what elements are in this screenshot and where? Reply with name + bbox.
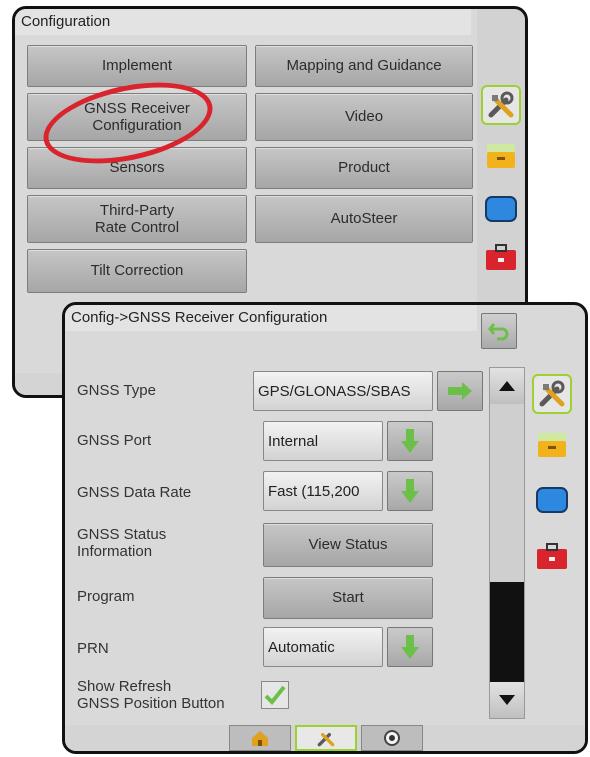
gnss-data-rate-label: GNSS Data Rate xyxy=(77,484,192,501)
camera-icon[interactable] xyxy=(361,725,423,751)
autosteer-button[interactable]: AutoSteer xyxy=(255,195,473,243)
program-label: Program xyxy=(77,588,135,605)
gnss-status-label: GNSS Status Information xyxy=(77,526,167,560)
show-refresh-checkbox[interactable] xyxy=(261,681,289,709)
tilt-correction-button[interactable]: Tilt Correction xyxy=(27,249,247,293)
toolkit-icon[interactable] xyxy=(532,536,572,576)
triangle-up-icon xyxy=(499,381,515,391)
prn-field[interactable]: Automatic xyxy=(263,627,383,667)
gnss-port-label: GNSS Port xyxy=(77,432,152,449)
home-icon[interactable] xyxy=(229,725,291,751)
front-sidebar xyxy=(526,368,584,598)
arrow-right-icon xyxy=(448,382,472,400)
toolkit-icon[interactable] xyxy=(481,237,521,277)
implement-button[interactable]: Implement xyxy=(27,45,247,87)
scrollbar[interactable] xyxy=(489,367,525,719)
back-button[interactable] xyxy=(481,313,517,349)
tray-icon[interactable] xyxy=(481,135,521,175)
tools-icon[interactable] xyxy=(532,374,572,414)
video-button[interactable]: Video xyxy=(255,93,473,141)
bottom-tab-bar xyxy=(65,725,585,751)
prn-label: PRN xyxy=(77,640,109,657)
arrow-down-icon xyxy=(401,479,419,503)
tools-icon[interactable] xyxy=(481,85,521,125)
scroll-down-button[interactable] xyxy=(490,682,524,718)
back-arrow-icon xyxy=(488,323,509,341)
tray-icon[interactable] xyxy=(532,424,572,464)
scroll-thumb[interactable] xyxy=(490,582,524,682)
breadcrumb: Config->GNSS Receiver Configuration xyxy=(65,305,477,331)
screen-icon[interactable] xyxy=(532,480,572,520)
gnss-data-rate-dropdown[interactable] xyxy=(387,471,433,511)
gnss-config-panel: Config->GNSS Receiver Configuration GNSS… xyxy=(62,302,588,754)
screen-icon[interactable] xyxy=(481,189,521,229)
arrow-down-icon xyxy=(401,429,419,453)
triangle-down-icon xyxy=(499,695,515,705)
tools-icon[interactable] xyxy=(295,725,357,751)
gnss-type-next-button[interactable] xyxy=(437,371,483,411)
product-button[interactable]: Product xyxy=(255,147,473,189)
arrow-down-icon xyxy=(401,635,419,659)
third-party-rate-button[interactable]: Third-Party Rate Control xyxy=(27,195,247,243)
gnss-type-label: GNSS Type xyxy=(77,382,156,399)
panel-title: Configuration xyxy=(15,9,471,35)
gnss-data-rate-field[interactable]: Fast (115,200 xyxy=(263,471,383,511)
show-refresh-label: Show Refresh GNSS Position Button xyxy=(77,678,225,712)
view-status-button[interactable]: View Status xyxy=(263,523,433,567)
scroll-up-button[interactable] xyxy=(490,368,524,404)
start-button[interactable]: Start xyxy=(263,577,433,619)
checkmark-icon xyxy=(264,685,286,705)
mapping-guidance-button[interactable]: Mapping and Guidance xyxy=(255,45,473,87)
gnss-port-field[interactable]: Internal xyxy=(263,421,383,461)
gnss-port-dropdown[interactable] xyxy=(387,421,433,461)
gnss-type-field[interactable]: GPS/GLONASS/SBAS xyxy=(253,371,433,411)
prn-dropdown[interactable] xyxy=(387,627,433,667)
